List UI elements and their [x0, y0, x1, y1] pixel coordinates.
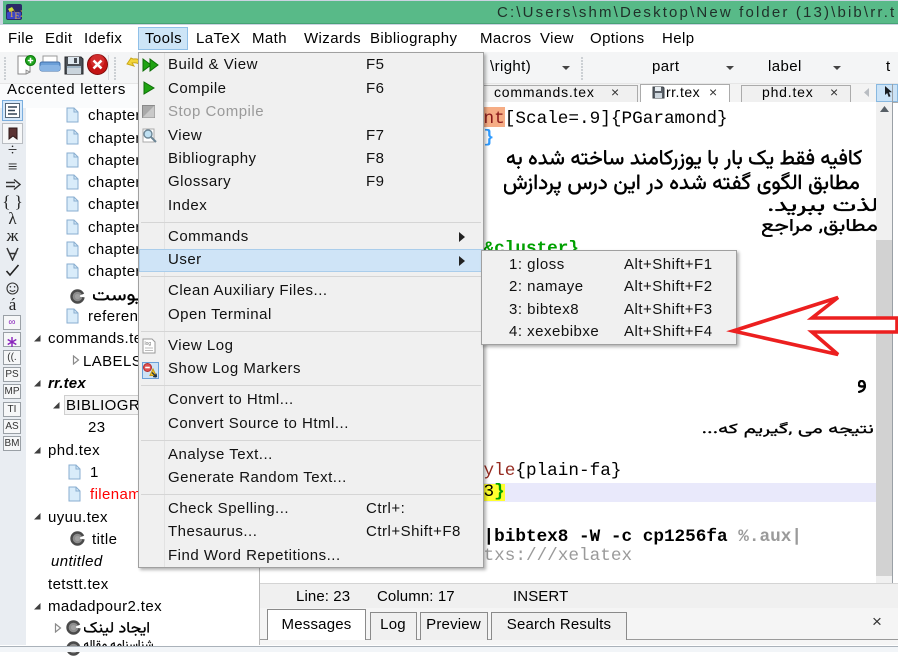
svg-text:log: log	[145, 341, 152, 347]
svg-text:TEX: TEX	[9, 9, 22, 20]
